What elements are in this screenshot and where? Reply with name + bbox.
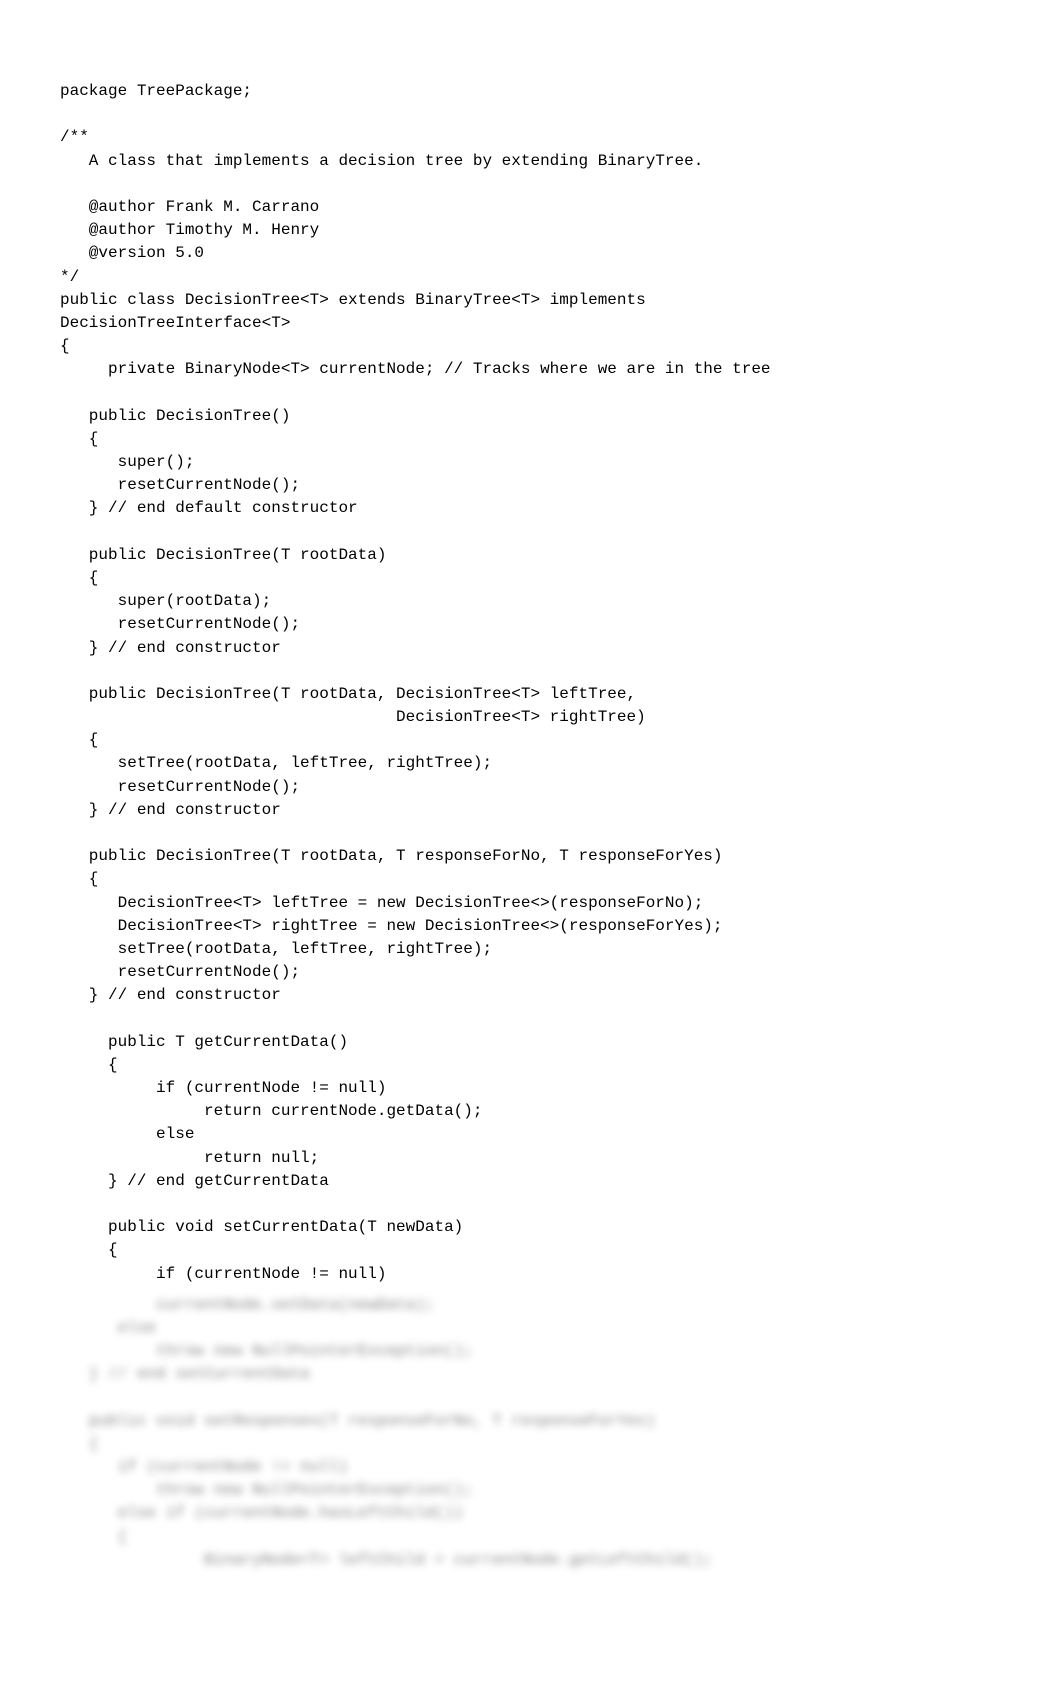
- code-content: package TreePackage; /** A class that im…: [60, 80, 1002, 1286]
- blurred-code-content: currentNode.setData(newData); else throw…: [60, 1294, 1002, 1572]
